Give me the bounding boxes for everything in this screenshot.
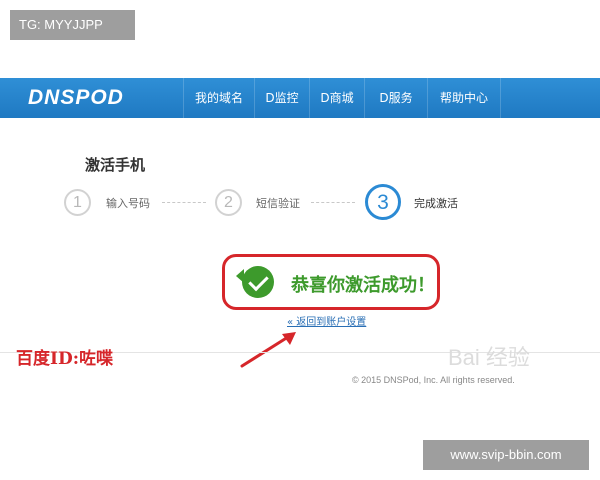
back-to-account-settings-link[interactable]: « 返回到账户设置 [287,313,366,328]
step-2-label: 短信验证 [256,197,300,210]
success-highlight-box: 恭喜你激活成功！ [222,254,440,310]
nav-d-service[interactable]: D服务 [364,78,427,118]
dnspod-logo[interactable]: DNSPOD [28,84,124,112]
success-message: 恭喜你激活成功！ [291,275,435,296]
step-1-label: 输入号码 [106,197,150,210]
baidu-id-annotation: 百度ID:咗喋 [16,349,113,369]
nav-my-domains[interactable]: 我的域名 [183,78,254,118]
page-title: 激活手机 [85,156,146,174]
step-3-label: 完成激活 [414,197,458,210]
nav-d-monitor[interactable]: D监控 [254,78,309,118]
red-arrow-icon [240,332,296,368]
nav-help-center[interactable]: 帮助中心 [427,78,501,118]
step-1-circle: 1 [64,189,91,216]
step-connector [311,202,355,203]
baidu-watermark: Bai 经验 [448,345,530,370]
url-badge: www.svip-bbin.com [423,440,589,470]
check-icon [242,266,274,298]
tg-badge: TG: MYYJJPP [10,10,135,40]
top-navigation-bar: DNSPOD 我的域名 D监控 D商城 D服务 帮助中心 [0,78,600,118]
nav-d-mall[interactable]: D商城 [309,78,364,118]
step-connector [162,202,206,203]
copyright-text: © 2015 DNSPod, Inc. All rights reserved. [352,375,515,385]
main-nav: 我的域名 D监控 D商城 D服务 帮助中心 [183,78,501,118]
step-3-circle: 3 [365,184,401,220]
step-2-circle: 2 [215,189,242,216]
step-indicator: 1 输入号码 2 短信验证 3 完成激活 [64,184,484,220]
